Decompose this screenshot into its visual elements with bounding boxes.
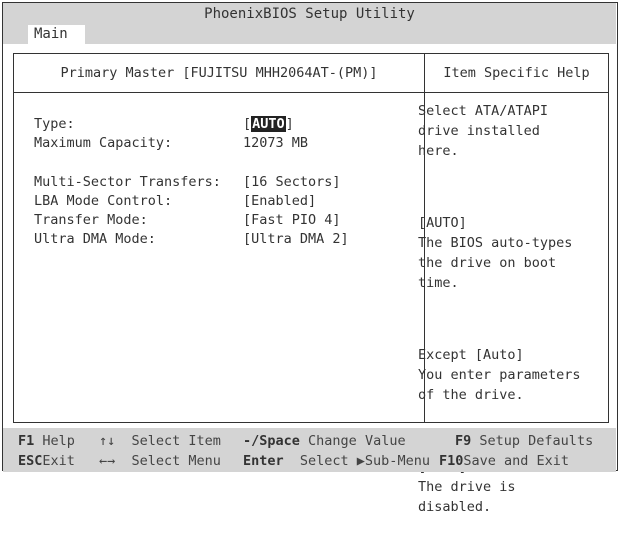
ultra-dma-value[interactable]: [Ultra DMA 2] [243, 231, 349, 247]
change-value-key: -/Space Change Value [243, 433, 406, 449]
help-text-auto: [AUTO] The BIOS auto-types the drive on … [418, 215, 573, 291]
select-item-key: ↑↓ Select Item [99, 433, 221, 449]
up-down-arrows-icon: ↑↓ [99, 433, 116, 449]
transfer-mode-value[interactable]: [Fast PIO 4] [243, 212, 341, 228]
change-value-label: Change Value [308, 433, 406, 449]
type-open-bracket: [ [243, 116, 252, 132]
type-close-bracket: ] [285, 116, 294, 132]
exit-key: ESCExit [18, 453, 75, 469]
setup-defaults-label: Setup Defaults [479, 433, 594, 449]
submenu-key: Enter Select ▶Sub-Menu [243, 453, 430, 469]
f9-key: F9 [455, 433, 472, 449]
enter-key: Enter [243, 453, 284, 469]
lba-mode-label: LBA Mode Control: [34, 193, 173, 209]
menu-bar: Main [3, 25, 616, 44]
lba-mode-value[interactable]: [Enabled] [243, 193, 316, 209]
device-header: Primary Master [FUJITSU MHH2064AT-(PM)] [60, 65, 378, 81]
multi-sector-value[interactable]: [16 Sectors] [243, 174, 341, 190]
app-title: PhoenixBIOS Setup Utility [3, 3, 616, 25]
f10-key: F10 [439, 453, 464, 469]
help-label: Help [42, 433, 75, 449]
save-exit-label: Save and Exit [463, 453, 570, 469]
help-key: F1 Help [18, 433, 75, 449]
left-right-arrows-icon: ←→ [99, 453, 116, 469]
max-capacity-value: 12073 MB [243, 135, 309, 151]
select-menu-key: ←→ Select Menu [99, 453, 221, 469]
transfer-mode-label: Transfer Mode: [34, 212, 148, 228]
tab-main[interactable]: Main [28, 25, 85, 44]
esc-key: ESC [18, 453, 43, 469]
type-value[interactable]: [AUTO] [243, 116, 294, 132]
setup-defaults-key: F9 Setup Defaults [455, 433, 593, 449]
select-menu-label: Select Menu [131, 453, 221, 469]
max-capacity-label: Maximum Capacity: [34, 135, 173, 151]
help-text-select: Select ATA/ATAPI drive installed here. [418, 103, 549, 159]
f1-key: F1 [18, 433, 35, 449]
save-exit-key: F10Save and Exit [439, 453, 569, 469]
space-key: -/Space [243, 433, 300, 449]
type-label: Type: [34, 116, 75, 132]
exit-label: Exit [42, 453, 75, 469]
select-item-label: Select Item [131, 433, 221, 449]
multi-sector-label: Multi-Sector Transfers: [34, 174, 221, 190]
type-selected-value[interactable]: AUTO [251, 116, 286, 132]
submenu-label: Select ▶Sub-Menu [299, 453, 430, 469]
ultra-dma-label: Ultra DMA Mode: [34, 231, 156, 247]
item-help: Select ATA/ATAPI drive installed here. [… [418, 61, 596, 549]
help-text-except: Except [Auto] You enter parameters of th… [418, 347, 581, 403]
key-legend: F1 Help ↑↓ Select Item -/Space Change Va… [3, 428, 616, 472]
